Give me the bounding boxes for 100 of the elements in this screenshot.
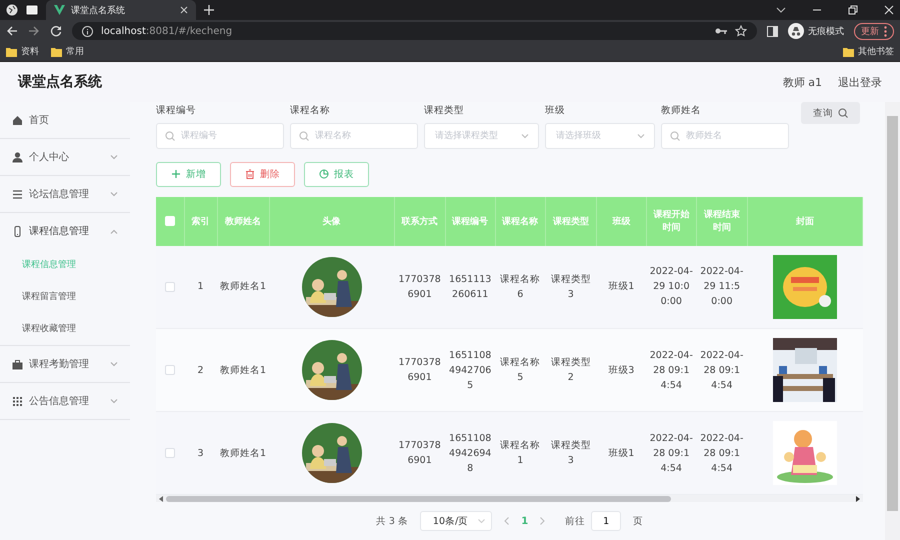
- chevron-down-icon: [521, 134, 529, 139]
- globe-icon: [6, 4, 18, 16]
- select-field[interactable]: 请选择班级: [545, 123, 655, 149]
- star-icon: [735, 25, 747, 37]
- bookmark[interactable]: 常用: [51, 45, 84, 58]
- table-cell-text: 2022-04-29 11:50:00: [699, 265, 744, 310]
- grid-icon: [12, 396, 23, 406]
- next-icon: [540, 517, 546, 526]
- table-cell-text: 教师姓名1: [220, 364, 266, 378]
- forward-icon: [28, 25, 40, 37]
- app-title: 课堂点名系统: [18, 73, 102, 91]
- scrollbar[interactable]: [156, 495, 863, 502]
- table-cell-text: 班级1: [608, 280, 634, 294]
- update-button[interactable]: 更新: [854, 22, 894, 40]
- table-cell-text: 课程类型2: [550, 356, 592, 386]
- search-field[interactable]: 教师姓名: [661, 123, 789, 149]
- checkbox[interactable]: [165, 448, 175, 458]
- info-icon: [82, 26, 93, 36]
- scroll-left-icon: [159, 496, 163, 502]
- bookmark[interactable]: 其他书签: [843, 45, 894, 58]
- scroll-right-icon: [856, 496, 860, 502]
- goto-label: 前往: [565, 514, 586, 528]
- pie-chart-icon: [319, 169, 329, 180]
- table-cell-text: 2: [198, 364, 204, 378]
- address-field[interactable]: localhost:8081/#/kecheng: [72, 22, 757, 40]
- table-cell-text: 教师姓名1: [220, 280, 266, 294]
- table-cell-text: 课程名称1: [499, 439, 542, 468]
- sidebar-subitem[interactable]: 课程收藏管理: [0, 313, 130, 345]
- table-cell-text: 2022-04-29 10:00:00: [649, 265, 694, 310]
- prev-icon: [504, 517, 510, 526]
- table-cell-text: 165110849426948: [448, 432, 492, 476]
- browser-tab[interactable]: 课堂点名系统: [46, 0, 196, 20]
- bookmark[interactable]: 资料: [6, 45, 39, 58]
- page-size-select[interactable]: 10条/页: [420, 511, 492, 532]
- briefcase-icon: [12, 358, 23, 370]
- table-cell-text: 2022-04-28 09:14:54: [649, 432, 694, 476]
- chevron-down-icon: [478, 519, 486, 524]
- sidebar-item[interactable]: 首页: [0, 102, 130, 138]
- window-icon: [26, 5, 38, 15]
- scrollbar[interactable]: [885, 102, 900, 540]
- close-icon: [884, 5, 894, 15]
- back-icon: [6, 25, 18, 37]
- search-icon: [670, 131, 680, 141]
- field-label: 课程编号: [156, 104, 197, 118]
- folder-icon: [51, 46, 62, 56]
- field-label: 课程名称: [290, 104, 331, 118]
- table-cell-text: 班级3: [608, 364, 634, 378]
- search-field[interactable]: 课程名称: [290, 123, 418, 149]
- table-cell-text: 1651113260611: [448, 272, 492, 302]
- chevron-up-icon: [110, 228, 118, 234]
- table-cell-text: 1: [198, 280, 204, 294]
- home-icon: [12, 114, 23, 126]
- logout-link[interactable]: 退出登录: [838, 74, 882, 90]
- chevron-down-icon: [110, 192, 118, 196]
- table-cell-text: 教师姓名1: [220, 446, 266, 461]
- page-label: 页: [633, 514, 644, 528]
- chevron-down-icon: [110, 398, 118, 404]
- sidebar-item[interactable]: 公告信息管理: [0, 383, 130, 419]
- close-icon: [180, 6, 188, 14]
- new-tab-icon: [204, 5, 214, 15]
- v-logo-icon: [54, 5, 65, 15]
- sidebar-subitem[interactable]: 课程留言管理: [0, 281, 130, 313]
- sidebar-item[interactable]: 个人中心: [0, 139, 130, 175]
- page-input[interactable]: 1: [591, 511, 622, 532]
- table-cell-text: 课程名称5: [499, 356, 542, 386]
- search-icon: [299, 131, 309, 141]
- user-name: 教师 a1: [782, 74, 822, 90]
- field-label: 教师姓名: [661, 104, 702, 118]
- chevron-down-icon: [776, 7, 786, 13]
- restore-icon: [848, 5, 858, 15]
- url-text: localhost:8081/#/kecheng: [101, 26, 232, 36]
- checkbox[interactable]: [165, 365, 175, 376]
- profile-label: 无痕模式: [808, 26, 844, 38]
- total-count: 共 3 条: [376, 514, 408, 528]
- reload-icon: [50, 25, 62, 37]
- table-cell-text: 2022-04-28 09:14:54: [699, 432, 744, 476]
- field-label: 班级: [545, 104, 566, 118]
- sidebar-item[interactable]: 课程考勤管理: [0, 346, 130, 382]
- checkbox[interactable]: [165, 282, 175, 292]
- search-field[interactable]: 课程编号: [156, 123, 284, 149]
- person-icon: [12, 152, 23, 162]
- folder-icon: [6, 46, 17, 56]
- trash-icon: [245, 169, 255, 180]
- table-cell-text: 课程类型3: [550, 439, 592, 468]
- table-cell-text: 17703786901: [398, 439, 442, 468]
- select-field[interactable]: 请选择课程类型: [424, 123, 539, 149]
- search-icon: [838, 108, 848, 118]
- sidebar-item[interactable]: 课程信息管理: [0, 213, 130, 249]
- sidebar-item[interactable]: 论坛信息管理: [0, 176, 130, 212]
- chevron-down-icon: [110, 154, 118, 160]
- plus-icon: [171, 169, 181, 180]
- table-cell-text: 2022-04-28 09:14:54: [699, 348, 744, 393]
- table-cell-text: 3: [198, 446, 204, 461]
- query-button[interactable]: 查询: [801, 102, 860, 124]
- table-cell-text: 2022-04-28 09:14:54: [649, 348, 694, 393]
- chevron-down-icon: [637, 134, 645, 139]
- phone-icon: [12, 226, 23, 236]
- more-icon: [884, 26, 887, 36]
- delete-button[interactable]: 删除: [230, 162, 295, 187]
- table-cell-text: 17703786901: [398, 272, 442, 302]
